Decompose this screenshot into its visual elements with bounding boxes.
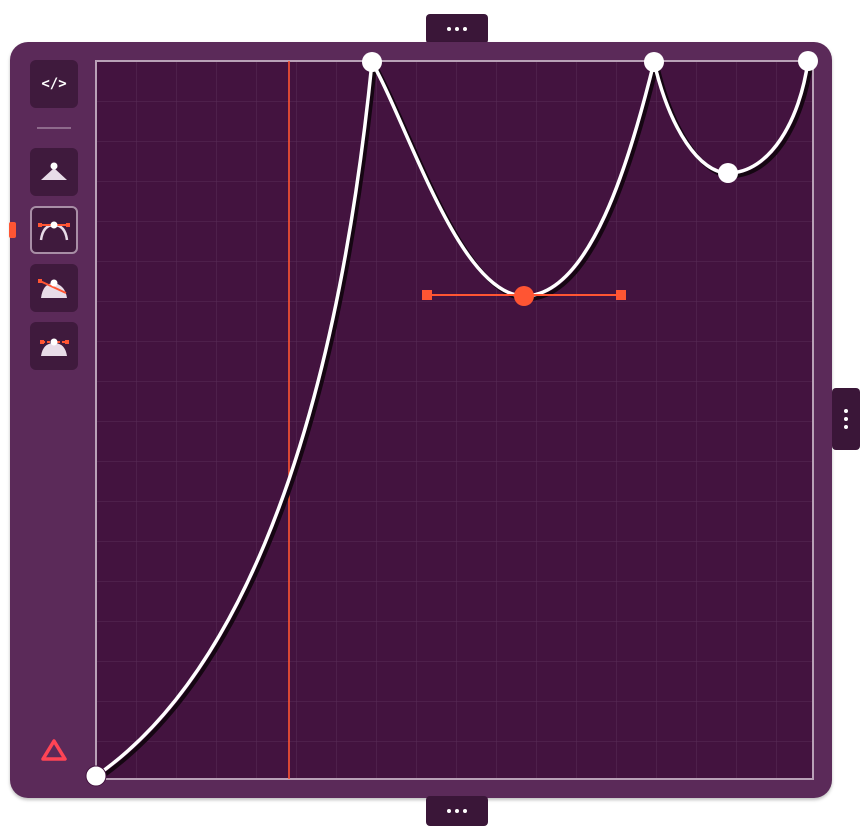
keyframe-point-selected[interactable] <box>514 286 534 306</box>
keyframe-point[interactable] <box>798 51 818 71</box>
keyframe-point[interactable] <box>718 163 738 183</box>
keyframe-point[interactable] <box>644 52 664 72</box>
tangent-handle-right[interactable] <box>616 290 626 300</box>
keyframe-point[interactable] <box>362 52 382 72</box>
tangent-handle-left[interactable] <box>422 290 432 300</box>
keyframe-point[interactable] <box>85 765 107 787</box>
curve-graph <box>85 51 818 787</box>
